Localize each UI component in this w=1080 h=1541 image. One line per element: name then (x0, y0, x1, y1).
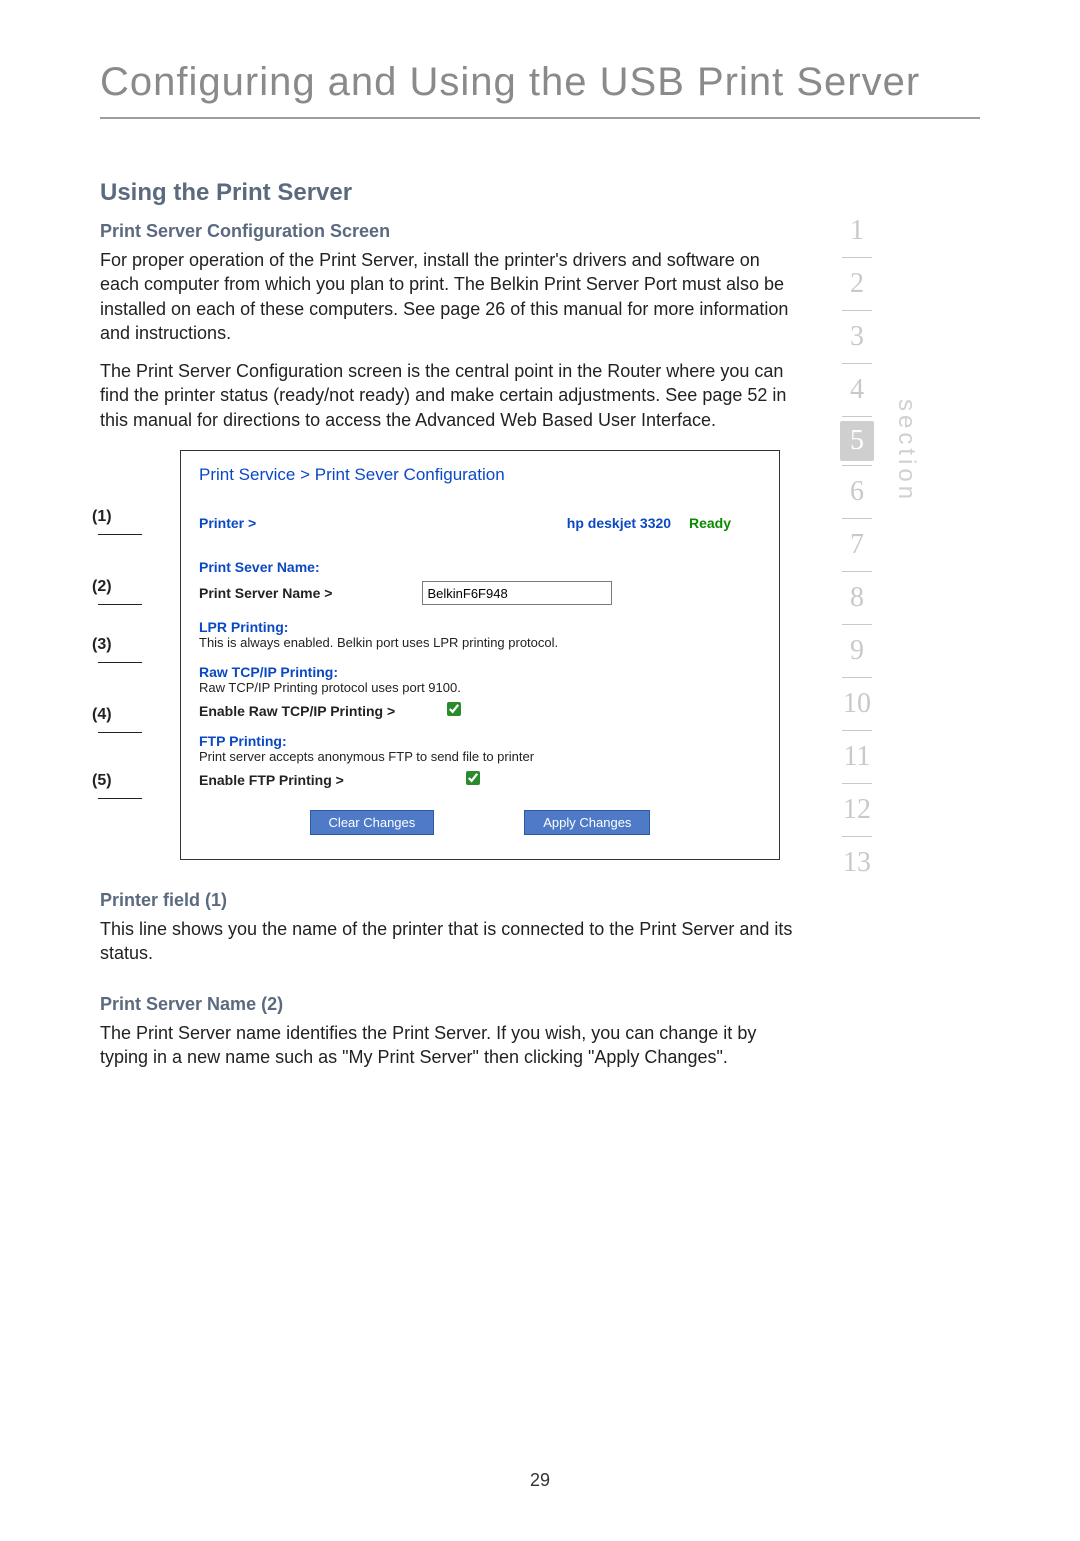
heading-printer-field: Printer field (1) (100, 890, 800, 911)
callout-3: (3) (92, 636, 142, 672)
main-content: Using the Print Server Print Server Conf… (100, 179, 800, 1083)
section-divider (842, 310, 872, 311)
heading-print-server-name: Print Server Name (2) (100, 994, 800, 1015)
heading-config-screen: Print Server Configuration Screen (100, 221, 800, 242)
lpr-description: This is always enabled. Belkin port uses… (199, 635, 761, 650)
callout-4: (4) (92, 706, 142, 742)
section-tab-3[interactable]: 3 (850, 315, 864, 359)
section-tab-4[interactable]: 4 (850, 368, 864, 412)
page-title: Configuring and Using the USB Print Serv… (100, 60, 980, 119)
raw-heading: Raw TCP/IP Printing: (199, 664, 761, 680)
printer-status: Ready (689, 515, 731, 531)
print-server-name-heading: Print Sever Name: (199, 559, 761, 575)
paragraph-2: The Print Server Configuration screen is… (100, 359, 800, 432)
print-server-name-input[interactable] (422, 581, 612, 605)
config-screenshot: Print Service > Print Sever Configuratio… (180, 450, 780, 860)
section-divider (842, 465, 872, 466)
printer-name: hp deskjet 3320 (567, 515, 671, 531)
lpr-heading: LPR Printing: (199, 619, 761, 635)
raw-description: Raw TCP/IP Printing protocol uses port 9… (199, 680, 761, 695)
section-divider (842, 571, 872, 572)
section-divider (842, 783, 872, 784)
callout-1: (1) (92, 508, 142, 544)
paragraph-4: The Print Server name identifies the Pri… (100, 1021, 800, 1070)
paragraph-3: This line shows you the name of the prin… (100, 917, 800, 966)
ftp-enable-label: Enable FTP Printing > (199, 772, 344, 788)
section-numbers: 12345678910111213 (840, 209, 874, 1083)
section-sidebar: 12345678910111213 section (840, 209, 960, 1083)
print-server-name-label: Print Server Name > (199, 585, 332, 601)
callout-2: (2) (92, 578, 142, 614)
section-tab-10[interactable]: 10 (843, 682, 871, 726)
printer-label[interactable]: Printer > (199, 515, 256, 531)
section-divider (842, 730, 872, 731)
page-number: 29 (0, 1470, 1080, 1491)
section-divider (842, 624, 872, 625)
section-tab-7[interactable]: 7 (850, 523, 864, 567)
section-divider (842, 836, 872, 837)
clear-changes-button[interactable]: Clear Changes (310, 810, 435, 835)
ftp-heading: FTP Printing: (199, 733, 761, 749)
heading-using-print-server: Using the Print Server (100, 179, 800, 207)
raw-enable-checkbox[interactable] (447, 702, 461, 716)
raw-enable-label: Enable Raw TCP/IP Printing > (199, 703, 395, 719)
apply-changes-button[interactable]: Apply Changes (524, 810, 650, 835)
section-divider (842, 518, 872, 519)
breadcrumb: Print Service > Print Sever Configuratio… (199, 465, 761, 485)
ftp-enable-checkbox[interactable] (466, 771, 480, 785)
section-tab-5[interactable]: 5 (840, 421, 874, 461)
section-tab-9[interactable]: 9 (850, 629, 864, 673)
section-tab-6[interactable]: 6 (850, 470, 864, 514)
paragraph-1: For proper operation of the Print Server… (100, 248, 800, 345)
section-tab-8[interactable]: 8 (850, 576, 864, 620)
section-tab-11[interactable]: 11 (844, 735, 871, 779)
screenshot-figure: (1) (2) (3) (4) (5) Print Service > Prin… (100, 450, 800, 860)
section-tab-12[interactable]: 12 (843, 788, 871, 832)
section-divider (842, 257, 872, 258)
section-divider (842, 363, 872, 364)
ftp-description: Print server accepts anonymous FTP to se… (199, 749, 761, 764)
callout-5: (5) (92, 772, 142, 808)
section-divider (842, 677, 872, 678)
section-vertical-label: section (892, 399, 920, 1083)
section-divider (842, 416, 872, 417)
section-tab-13[interactable]: 13 (843, 841, 871, 885)
section-tab-2[interactable]: 2 (850, 262, 864, 306)
section-tab-1[interactable]: 1 (850, 209, 864, 253)
